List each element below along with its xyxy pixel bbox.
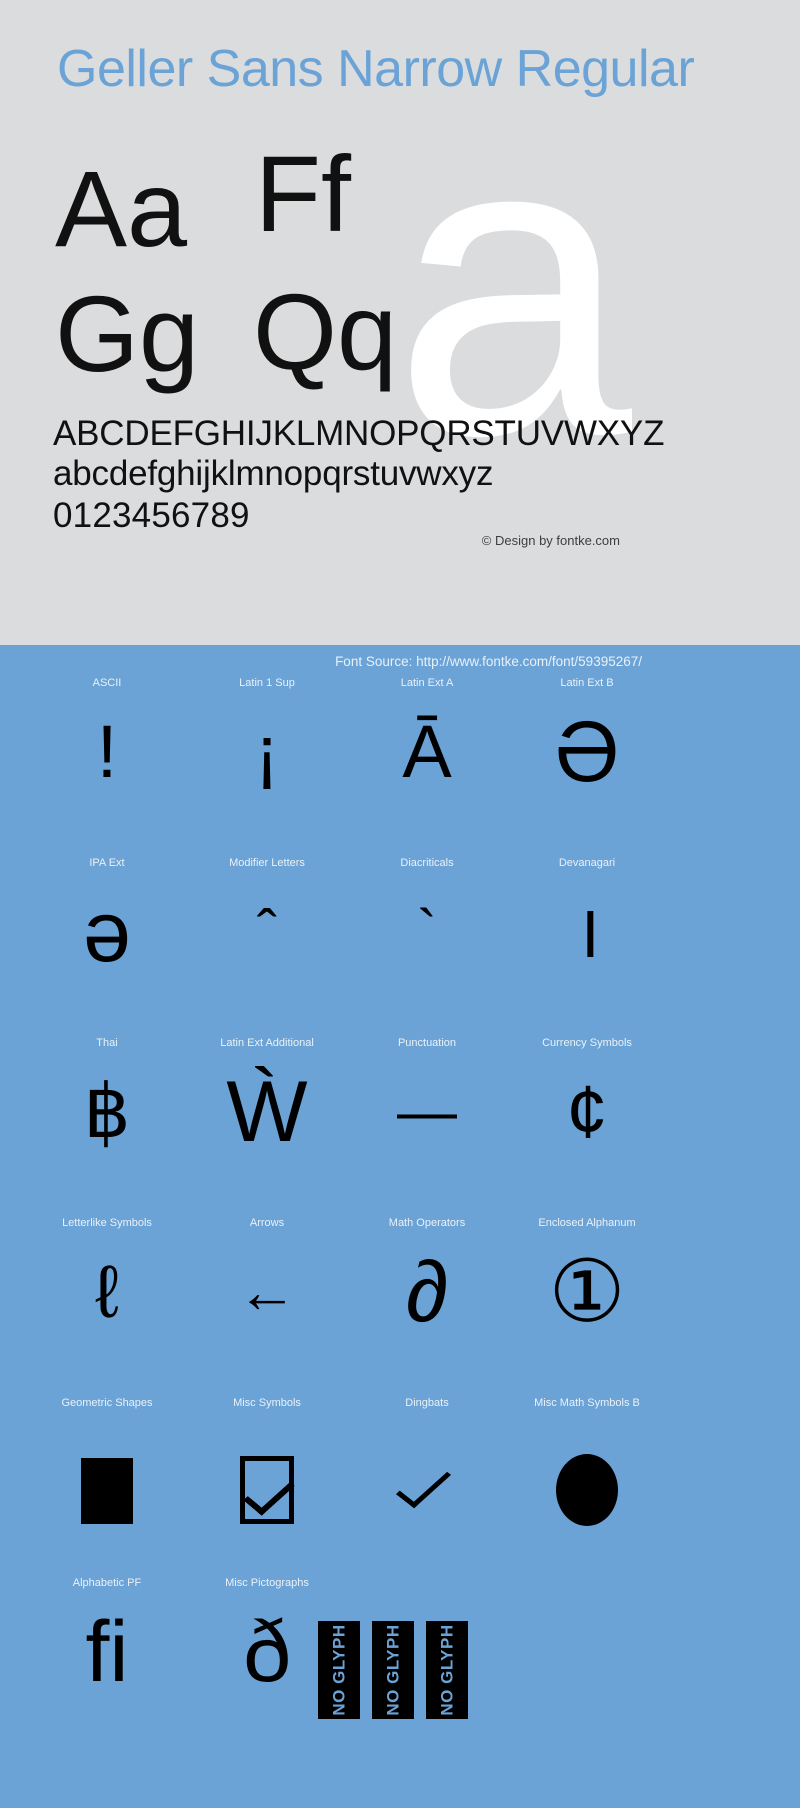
unicode-block-label: Dingbats	[405, 1397, 449, 1409]
unicode-block-label: Latin Ext A	[400, 677, 454, 689]
unicode-block-cell[interactable]: Dingbats	[347, 1397, 507, 1577]
glyph-shape-icon	[556, 1454, 618, 1527]
unicode-block-cell[interactable]: Misc Math Symbols B	[507, 1397, 667, 1577]
unicode-block-cell[interactable]: Currency Symbols ¢	[507, 1037, 667, 1217]
unicode-block-cell[interactable]: Thai ฿	[27, 1037, 187, 1217]
sample-pair-ff: Ff	[255, 133, 351, 254]
unicode-block-glyph: Ẁ	[226, 1064, 308, 1160]
unicode-block-label: Alphabetic PF	[72, 1577, 142, 1589]
unicode-block-row: Thai ฿ Latin Ext Additional Ẁ Punctuation — Cu…	[0, 1037, 800, 1217]
unicode-block-row: Geometric Shapes Misc Symbols Dingbats Misc…	[0, 1397, 800, 1577]
unicode-block-cell[interactable]: Misc Symbols	[187, 1397, 347, 1577]
unicode-block-cell[interactable]: Devanagari ।	[507, 857, 667, 1037]
unicode-block-cell[interactable]: Modifier Letters ˆ	[187, 857, 347, 1037]
unicode-block-label: IPA Ext	[89, 857, 125, 869]
unicode-block-glyph: ①	[548, 1244, 626, 1340]
unicode-block-glyph	[507, 1422, 667, 1527]
no-glyph-box: NO GLYPH	[426, 1621, 468, 1719]
unicode-block-glyph: ←	[237, 1258, 297, 1325]
unicode-block-cell[interactable]: Alphabetic PF ﬁ	[27, 1577, 187, 1765]
unicode-block-glyph: ¡	[254, 710, 280, 793]
unicode-block-cell[interactable]: Diacriticals `	[347, 857, 507, 1037]
unicode-block-glyph: `	[417, 898, 437, 965]
unicode-block-row: Alphabetic PF ﬁ Misc Pictographs ð NO GLYPH N…	[0, 1577, 800, 1765]
no-glyph-label: NO GLYPH	[437, 1624, 457, 1716]
unicode-block-label: Thai	[96, 1037, 118, 1049]
unicode-block-label: Misc Pictographs	[225, 1577, 309, 1589]
unicode-blocks-panel: Font Source: http://www.fontke.com/font/…	[0, 645, 800, 1808]
unicode-block-label: Latin 1 Sup	[239, 677, 295, 689]
unicode-block-cell[interactable]: Punctuation —	[347, 1037, 507, 1217]
unicode-block-glyph: !	[96, 710, 118, 793]
unicode-block-glyph: Ə	[554, 704, 620, 800]
alphabet-uppercase: ABCDEFGHIJKLMNOPQRSTUVWXYZ	[53, 414, 665, 453]
unicode-block-label: Misc Symbols	[233, 1397, 301, 1409]
no-glyph-box: NO GLYPH	[318, 1621, 360, 1719]
unicode-block-row: ASCII! Latin 1 Sup ¡ Latin Ext A Ā Latin Ext …	[0, 677, 800, 857]
unicode-block-label: Latin Ext B	[560, 677, 614, 689]
unicode-block-cell[interactable]: Letterlike Symbols ℓ	[27, 1217, 187, 1397]
unicode-block-glyph	[187, 1422, 347, 1525]
unicode-block-label: Latin Ext Additional	[220, 1037, 314, 1049]
unicode-block-label: Punctuation	[397, 1037, 457, 1049]
glyph-shape-icon	[406, 1456, 448, 1526]
digit-row: 0123456789	[53, 496, 250, 535]
unicode-block-glyph: ฿	[83, 1070, 131, 1153]
unicode-block-grid: ASCII! Latin 1 Sup ¡ Latin Ext A Ā Latin Ext …	[0, 677, 800, 1765]
unicode-block-cell[interactable]: ASCII!	[27, 677, 187, 857]
unicode-block-glyph: ¢	[566, 1070, 608, 1153]
unicode-block-glyph: ə	[83, 884, 131, 980]
unicode-block-cell[interactable]: Latin Ext Additional Ẁ	[187, 1037, 347, 1217]
no-glyph-label: NO GLYPH	[329, 1624, 349, 1716]
unicode-block-label: Geometric Shapes	[61, 1397, 153, 1409]
unicode-block-label: Math Operators	[388, 1217, 466, 1229]
glyph-shape-icon	[81, 1458, 133, 1525]
copyright-notice: © Design by fontke.com	[481, 533, 620, 548]
unicode-block-row: Letterlike Symbols ℓ Arrows ← Math Operators…	[0, 1217, 800, 1397]
unicode-block-cell[interactable]: Math Operators ∂	[347, 1217, 507, 1397]
unicode-block-glyph	[347, 1422, 507, 1522]
unicode-block-cell[interactable]: Latin Ext B Ə	[507, 677, 667, 857]
unicode-block-cell[interactable]: Enclosed Alphanum ①	[507, 1217, 667, 1397]
unicode-block-cell[interactable]: Geometric Shapes	[27, 1397, 187, 1577]
sample-pair-qq: Qq	[253, 271, 398, 392]
unicode-block-glyph	[27, 1422, 187, 1525]
unicode-block-glyph: ˆ	[257, 898, 277, 965]
sample-pair-gg: Gg	[55, 273, 200, 394]
unicode-block-label: Modifier Letters	[229, 857, 305, 869]
unicode-block-label: Arrows	[249, 1217, 285, 1229]
unicode-block-label: Enclosed Alphanum	[538, 1217, 636, 1229]
unicode-block-cell[interactable]: Latin Ext A Ā	[347, 677, 507, 857]
unicode-block-label: Devanagari	[558, 857, 616, 869]
unicode-block-label: ASCII	[92, 677, 122, 689]
unicode-block-cell[interactable]: Latin 1 Sup ¡	[187, 677, 347, 857]
no-glyph-box: NO GLYPH	[372, 1621, 414, 1719]
page-title: Geller Sans Narrow Regular	[57, 40, 695, 98]
unicode-block-label: Currency Symbols	[542, 1037, 632, 1049]
alphabet-lowercase: abcdefghijklmnopqrstuvwxyz	[53, 454, 494, 493]
specimen-header-panel: a Geller Sans Narrow Regular Aa Ff Gg Qq…	[0, 0, 800, 645]
glyph-shape-icon	[240, 1456, 294, 1525]
unicode-block-glyph: Ā	[402, 710, 452, 793]
sample-pair-aa: Aa	[55, 148, 188, 269]
no-glyph-group: NO GLYPH NO GLYPH NO GLYPH	[318, 1621, 468, 1719]
unicode-block-glyph: —	[397, 1078, 457, 1145]
unicode-block-glyph: ∂	[405, 1244, 449, 1340]
unicode-block-label: Diacriticals	[400, 857, 454, 869]
unicode-block-label: Misc Math Symbols B	[534, 1397, 640, 1409]
unicode-block-cell[interactable]: Arrows ←	[187, 1217, 347, 1397]
unicode-block-label: Letterlike Symbols	[62, 1217, 152, 1229]
no-glyph-label: NO GLYPH	[383, 1624, 403, 1716]
unicode-block-cell[interactable]: IPA Ext ə	[27, 857, 187, 1037]
font-source-link[interactable]: Font Source: http://www.fontke.com/font/…	[335, 653, 642, 671]
unicode-block-glyph: ℓ	[95, 1250, 119, 1333]
unicode-block-row: IPA Ext ə Modifier Letters ˆ Diacriticals ` De…	[0, 857, 800, 1037]
unicode-block-glyph: ﬁ	[85, 1604, 129, 1700]
unicode-block-glyph: ।	[572, 890, 602, 973]
